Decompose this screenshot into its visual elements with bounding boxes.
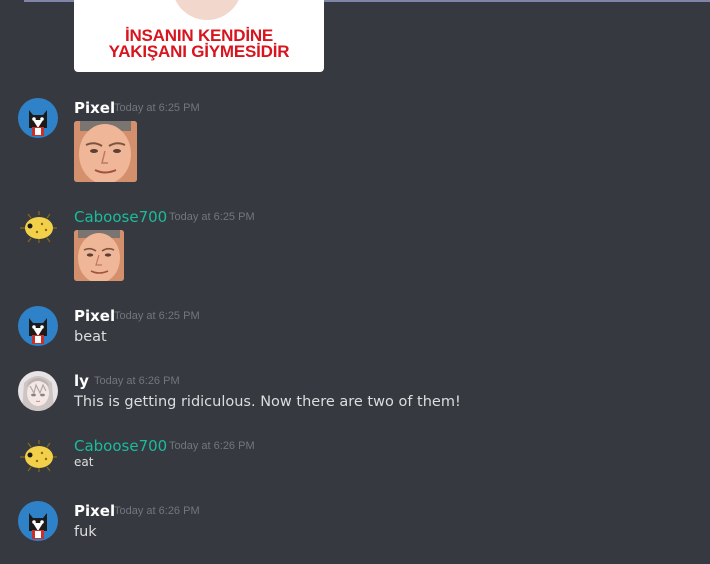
timestamp: Today at 6:25 PM bbox=[114, 310, 200, 322]
timestamp: Today at 6:25 PM bbox=[114, 102, 200, 114]
username[interactable]: ly bbox=[74, 372, 89, 390]
username[interactable]: Caboose700 bbox=[74, 208, 167, 226]
timestamp: Today at 6:26 PM bbox=[114, 505, 200, 517]
image-face-fragment bbox=[172, 0, 242, 20]
username[interactable]: Pixel bbox=[74, 307, 115, 325]
message-content: eat bbox=[74, 455, 94, 469]
anime-girl-avatar-icon[interactable] bbox=[18, 371, 58, 411]
image-attachment[interactable] bbox=[74, 230, 124, 281]
username[interactable]: Caboose700 bbox=[74, 437, 167, 455]
username[interactable]: Pixel bbox=[74, 99, 115, 117]
image-attachment[interactable] bbox=[74, 121, 137, 182]
message-content: beat bbox=[74, 329, 107, 345]
cat-avatar-icon[interactable] bbox=[18, 98, 58, 138]
chat-messages: İNSANIN KENDİNE YAKIŞANI GİYMESİDİR Pixe… bbox=[0, 0, 710, 564]
pufferfish-avatar-icon[interactable] bbox=[18, 207, 58, 247]
cat-avatar-icon[interactable] bbox=[18, 306, 58, 346]
pufferfish-avatar-icon[interactable] bbox=[18, 436, 58, 476]
timestamp: Today at 6:26 PM bbox=[169, 440, 255, 452]
username[interactable]: Pixel bbox=[74, 502, 115, 520]
image-attachment[interactable]: İNSANIN KENDİNE YAKIŞANI GİYMESİDİR bbox=[74, 0, 324, 72]
image-caption-line: YAKIŞANI GİYMESİDİR bbox=[108, 42, 290, 61]
timestamp: Today at 6:26 PM bbox=[94, 375, 180, 387]
timestamp: Today at 6:25 PM bbox=[169, 211, 255, 223]
cat-avatar-icon[interactable] bbox=[18, 501, 58, 541]
message-content: fuk bbox=[74, 524, 97, 540]
message-content: This is getting ridiculous. Now there ar… bbox=[74, 394, 461, 410]
image-caption: İNSANIN KENDİNE YAKIŞANI GİYMESİDİR bbox=[74, 27, 324, 61]
